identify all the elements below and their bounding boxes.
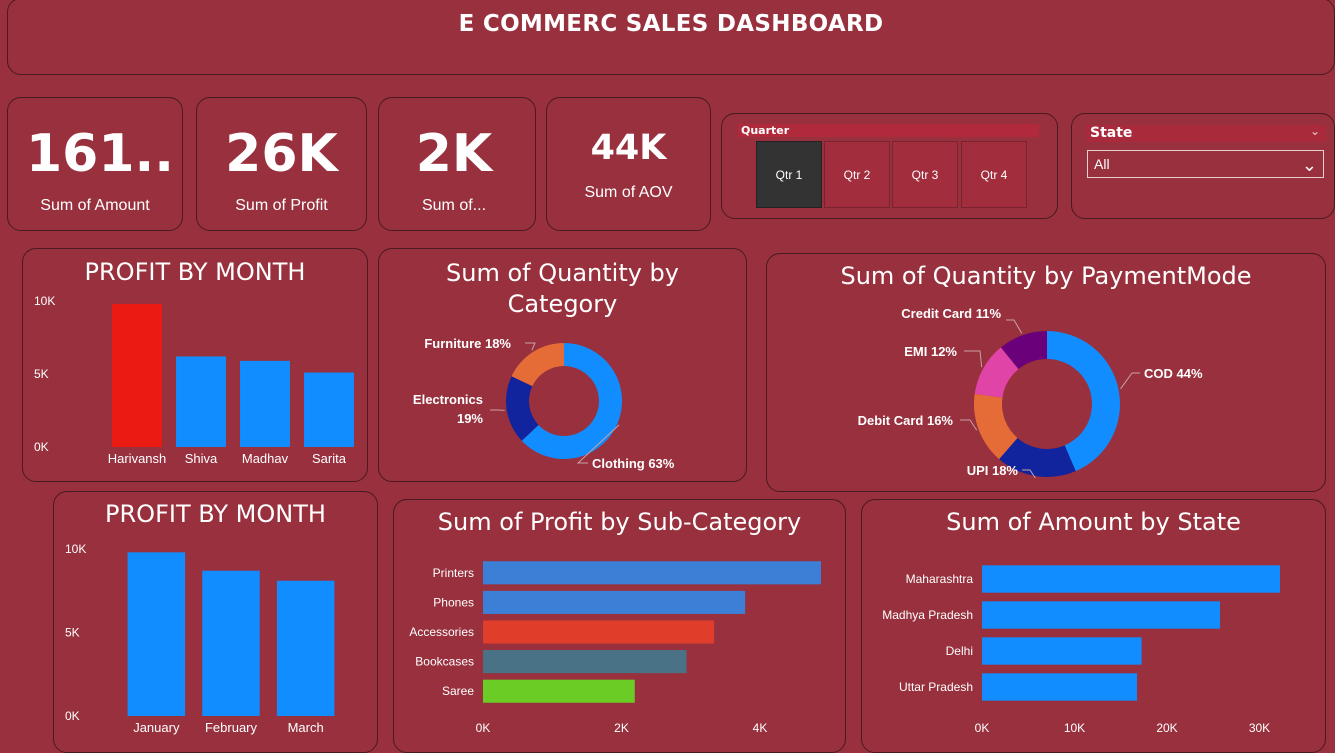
state-dropdown-value: All [1094, 156, 1110, 172]
bar [483, 561, 821, 584]
kpi-value: 26K [197, 124, 366, 184]
bar [483, 650, 686, 673]
leader-line [1006, 320, 1022, 333]
kpi-card-amount[interactable]: 161.. Sum of Amount [7, 97, 183, 231]
chart-card-profit-month[interactable]: PROFIT BY MONTH 0K5K10KJanuaryFebruaryMa… [53, 491, 378, 753]
slice-label: COD 44% [1144, 366, 1203, 381]
bar [277, 581, 334, 716]
y-tick-label: 10K [65, 542, 86, 556]
y-tick-label: 0K [65, 709, 80, 723]
slice-label: 19% [457, 411, 483, 426]
x-tick-label: 0K [476, 721, 491, 735]
y-tick-label: Delhi [946, 644, 973, 658]
category-donut-chart: Clothing 63% Electronics 19% Furniture 18% [378, 248, 747, 482]
dashboard-title: E COMMERC SALES DASHBOARD [8, 11, 1334, 37]
quarter-button-qtr1[interactable]: Qtr 1 [756, 141, 822, 208]
x-tick-label: 2K [614, 721, 629, 735]
title-banner: E COMMERC SALES DASHBOARD [7, 0, 1335, 75]
bar [982, 673, 1137, 700]
kpi-label: Sum of AOV [547, 184, 710, 202]
leader-line [960, 420, 977, 430]
leader-line [525, 343, 535, 350]
bar [483, 591, 745, 614]
y-tick-label: 10K [34, 294, 55, 308]
chart-card-paymentmode[interactable]: Sum of Quantity by PaymentMode COD 44%UP… [766, 253, 1326, 492]
profit-month-chart: 0K 5K 10K January February March [53, 491, 378, 753]
y-tick-label: Accessories [409, 625, 474, 639]
x-tick-label: 10K [1064, 721, 1085, 735]
x-tick-label: Madhav [242, 451, 289, 466]
y-tick-label: Maharashtra [906, 572, 974, 586]
kpi-card-quantity[interactable]: 2K Sum of... [378, 97, 536, 231]
x-tick-label: Shiva [185, 451, 218, 466]
quarter-button-qtr4[interactable]: Qtr 4 [961, 141, 1027, 208]
bar [982, 601, 1220, 628]
slice-label: EMI 12% [904, 344, 957, 359]
chart-card-category[interactable]: Sum of Quantity by Category Clothing 63%… [378, 248, 747, 482]
subcategory-bar-chart: Printers Phones Accessories Bookcases Saree 0… [393, 499, 846, 753]
profit-person-chart: 0K 5K 10K Harivansh Shiva Madhav Sarita [22, 248, 368, 482]
kpi-value: 161.. [8, 124, 182, 184]
bar [202, 571, 259, 716]
slice-label: Furniture 18% [424, 336, 511, 351]
x-tick-label: Harivansh [108, 451, 167, 466]
slice-label: Debit Card 16% [858, 413, 954, 428]
slice-label: Electronics [413, 392, 483, 407]
x-tick-label: 30K [1249, 721, 1270, 735]
quarter-button-qtr3[interactable]: Qtr 3 [892, 141, 958, 208]
kpi-card-profit[interactable]: 26K Sum of Profit [196, 97, 367, 231]
leader-line [1120, 373, 1140, 389]
chart-card-subcategory[interactable]: Sum of Profit by Sub-Category PrintersPh… [393, 499, 846, 753]
chart-card-profit-person[interactable]: PROFIT BY MONTH 0K5K10KHarivanshShivaMad… [22, 248, 368, 482]
donut-slice [512, 343, 564, 386]
state-slicer-title: State [1090, 125, 1132, 141]
quarter-button-qtr2[interactable]: Qtr 2 [824, 141, 890, 208]
x-tick-label: February [205, 720, 258, 735]
y-tick-label: Phones [433, 595, 474, 609]
x-tick-label: 0K [975, 721, 990, 735]
bar [176, 356, 226, 447]
y-tick-label: Uttar Pradesh [899, 680, 973, 694]
state-slicer-header: State ⌄ [1086, 125, 1326, 142]
x-tick-label: March [288, 720, 324, 735]
bar [304, 373, 354, 447]
kpi-value: 44K [547, 128, 710, 168]
bar [128, 552, 185, 716]
bar [112, 304, 162, 447]
kpi-value: 2K [379, 124, 535, 184]
y-tick-label: 5K [34, 367, 49, 381]
y-tick-label: 5K [65, 626, 80, 640]
bar [240, 361, 290, 447]
state-bar-chart: Maharashtra Madhya Pradesh Delhi Uttar Prad… [861, 499, 1326, 753]
slice-label: UPI 18% [967, 463, 1019, 478]
y-tick-label: Saree [442, 684, 474, 698]
y-tick-label: 0K [34, 440, 49, 454]
x-tick-label: January [133, 720, 180, 735]
quarter-slicer-title: Quarter [738, 124, 1039, 137]
x-tick-label: Sarita [312, 451, 347, 466]
kpi-label: Sum of... [379, 197, 535, 215]
kpi-card-aov[interactable]: 44K Sum of AOV [546, 97, 711, 231]
chart-card-state[interactable]: Sum of Amount by State MaharashtraMadhya… [861, 499, 1326, 753]
chevron-down-icon[interactable]: ⌄ [1310, 123, 1320, 140]
chevron-down-icon: ⌄ [1302, 152, 1317, 178]
bar [982, 565, 1280, 592]
leader-line [964, 351, 982, 367]
y-tick-label: Bookcases [415, 655, 474, 669]
slice-label: Credit Card 11% [901, 306, 1001, 321]
y-tick-label: Printers [433, 566, 474, 580]
bar [483, 680, 635, 703]
kpi-label: Sum of Profit [197, 197, 366, 215]
y-tick-label: Madhya Pradesh [882, 608, 973, 622]
kpi-label: Sum of Amount [8, 197, 182, 215]
bar [483, 620, 714, 643]
bar [982, 637, 1142, 664]
paymentmode-donut-chart: COD 44% UPI 18% Debit Card 16% EMI 12% Credi… [766, 253, 1326, 492]
x-tick-label: 20K [1156, 721, 1177, 735]
slice-label: Clothing 63% [592, 456, 675, 471]
state-dropdown[interactable]: All ⌄ [1087, 150, 1324, 178]
x-tick-label: 4K [753, 721, 768, 735]
